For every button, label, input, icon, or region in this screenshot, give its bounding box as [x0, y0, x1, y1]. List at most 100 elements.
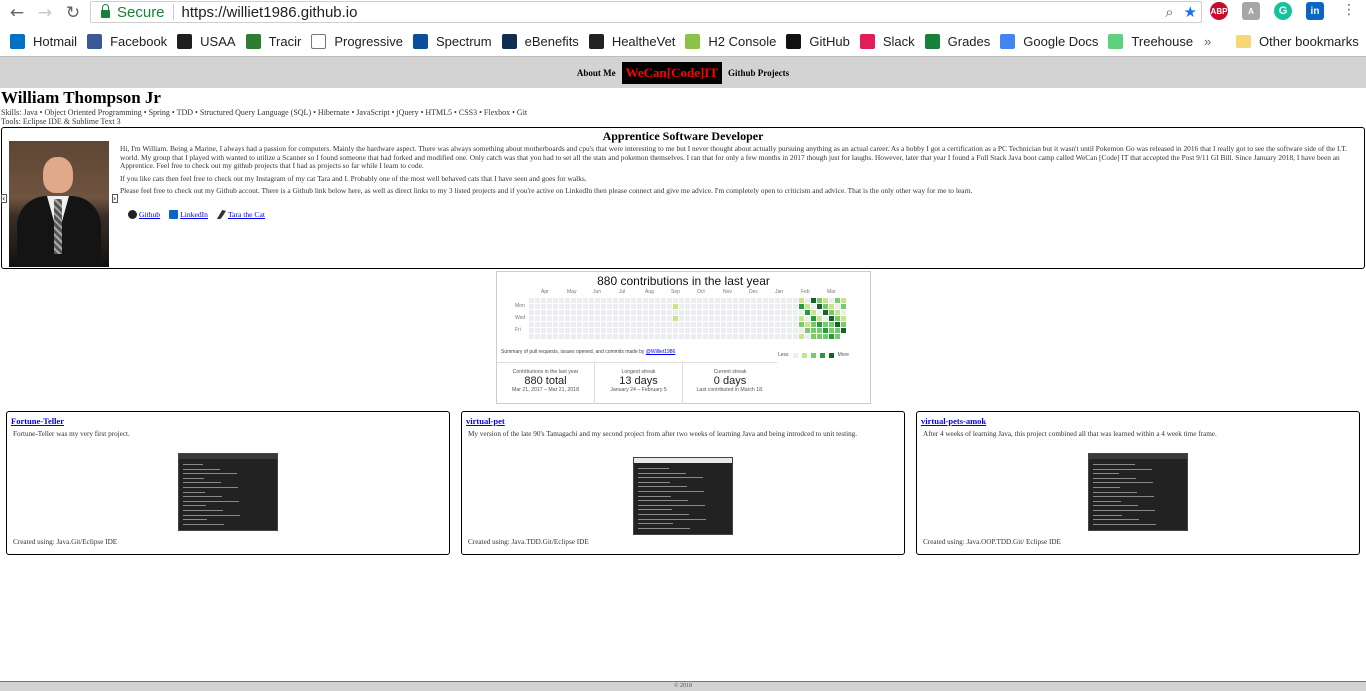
contribution-cell[interactable]: [697, 328, 702, 333]
contribution-cell[interactable]: [751, 322, 756, 327]
contribution-cell[interactable]: [829, 328, 834, 333]
contribution-cell[interactable]: [541, 334, 546, 339]
contribution-cell[interactable]: [589, 310, 594, 315]
contribution-cell[interactable]: [547, 328, 552, 333]
contribution-cell[interactable]: [805, 310, 810, 315]
contribution-cell[interactable]: [613, 304, 618, 309]
contribution-cell[interactable]: [805, 316, 810, 321]
contribution-cell[interactable]: [829, 298, 834, 303]
contribution-cell[interactable]: [649, 304, 654, 309]
contribution-cell[interactable]: [745, 310, 750, 315]
contribution-cell[interactable]: [769, 310, 774, 315]
contribution-cell[interactable]: [661, 334, 666, 339]
contribution-cell[interactable]: [571, 334, 576, 339]
contribution-cell[interactable]: [769, 304, 774, 309]
contribution-cell[interactable]: [727, 310, 732, 315]
contribution-cell[interactable]: [631, 334, 636, 339]
contribution-cell[interactable]: [553, 328, 558, 333]
contribution-cell[interactable]: [799, 310, 804, 315]
contribution-cell[interactable]: [757, 334, 762, 339]
contribution-cell[interactable]: [715, 298, 720, 303]
contribution-cell[interactable]: [703, 298, 708, 303]
contribution-cell[interactable]: [613, 328, 618, 333]
contribution-cell[interactable]: [739, 316, 744, 321]
linkedin-extension-icon[interactable]: in: [1306, 2, 1324, 20]
project-title-link[interactable]: virtual-pet: [466, 416, 505, 426]
contribution-cell[interactable]: [559, 328, 564, 333]
contribution-cell[interactable]: [619, 322, 624, 327]
contribution-cell[interactable]: [715, 316, 720, 321]
contribution-cell[interactable]: [733, 328, 738, 333]
contribution-cell[interactable]: [727, 304, 732, 309]
contribution-cell[interactable]: [655, 322, 660, 327]
contribution-cell[interactable]: [841, 304, 846, 309]
contribution-cell[interactable]: [697, 304, 702, 309]
bookmark-ebenefits[interactable]: eBenefits: [501, 28, 579, 54]
contribution-cell[interactable]: [709, 304, 714, 309]
contribution-cell[interactable]: [709, 310, 714, 315]
project-title-link[interactable]: Fortune-Teller: [11, 416, 64, 426]
contribution-cell[interactable]: [643, 322, 648, 327]
contribution-cell[interactable]: [799, 328, 804, 333]
contribution-cell[interactable]: [751, 328, 756, 333]
contribution-cell[interactable]: [691, 328, 696, 333]
bookmark-github[interactable]: GitHub: [786, 28, 850, 54]
contribution-cell[interactable]: [547, 316, 552, 321]
contribution-cell[interactable]: [763, 304, 768, 309]
contribution-cell[interactable]: [817, 328, 822, 333]
contribution-cell[interactable]: [835, 328, 840, 333]
contribution-cell[interactable]: [727, 298, 732, 303]
cat-instagram-link[interactable]: Tara the Cat: [216, 210, 265, 219]
contribution-cell[interactable]: [721, 322, 726, 327]
contribution-cell[interactable]: [553, 304, 558, 309]
contribution-cell[interactable]: [577, 298, 582, 303]
contribution-cell[interactable]: [583, 304, 588, 309]
contribution-cell[interactable]: [595, 310, 600, 315]
contribution-cell[interactable]: [637, 304, 642, 309]
contribution-cell[interactable]: [697, 316, 702, 321]
contribution-cell[interactable]: [799, 322, 804, 327]
contribution-cell[interactable]: [793, 316, 798, 321]
contribution-cell[interactable]: [757, 298, 762, 303]
contribution-cell[interactable]: [709, 334, 714, 339]
contribution-cell[interactable]: [673, 334, 678, 339]
bookmark-progressive[interactable]: Progressive: [311, 28, 403, 54]
contribution-cell[interactable]: [721, 316, 726, 321]
bookmark-spectrum[interactable]: Spectrum: [412, 28, 492, 54]
contribution-cell[interactable]: [643, 298, 648, 303]
zoom-icon[interactable]: ⌕: [1165, 3, 1173, 21]
reload-icon[interactable]: ↻: [60, 0, 86, 26]
contribution-cell[interactable]: [835, 304, 840, 309]
contribution-cell[interactable]: [745, 328, 750, 333]
bookmark-google-docs[interactable]: Google Docs: [1000, 28, 1098, 54]
contribution-cell[interactable]: [835, 298, 840, 303]
contribution-cell[interactable]: [631, 310, 636, 315]
contribution-cell[interactable]: [673, 328, 678, 333]
contribution-cell[interactable]: [823, 304, 828, 309]
contribution-cell[interactable]: [595, 316, 600, 321]
contribution-cell[interactable]: [697, 334, 702, 339]
contribution-cell[interactable]: [739, 322, 744, 327]
contribution-cell[interactable]: [535, 334, 540, 339]
carousel-prev-icon[interactable]: ‹: [1, 194, 7, 203]
contribution-cell[interactable]: [823, 328, 828, 333]
contribution-cell[interactable]: [733, 316, 738, 321]
contribution-cell[interactable]: [595, 322, 600, 327]
contribution-cell[interactable]: [805, 322, 810, 327]
contribution-cell[interactable]: [619, 316, 624, 321]
contribution-cell[interactable]: [643, 334, 648, 339]
contribution-cell[interactable]: [589, 298, 594, 303]
bookmark-hotmail[interactable]: Hotmail: [10, 28, 77, 54]
contribution-cell[interactable]: [823, 334, 828, 339]
contribution-cell[interactable]: [553, 298, 558, 303]
contribution-cell[interactable]: [775, 334, 780, 339]
contribution-cell[interactable]: [763, 328, 768, 333]
contribution-cell[interactable]: [703, 328, 708, 333]
contribution-cell[interactable]: [667, 322, 672, 327]
contribution-cell[interactable]: [535, 316, 540, 321]
other-bookmarks-button[interactable]: Other bookmarks: [1236, 28, 1359, 54]
contribution-cell[interactable]: [781, 298, 786, 303]
contribution-cell[interactable]: [541, 310, 546, 315]
contribution-cell[interactable]: [799, 298, 804, 303]
contribution-cell[interactable]: [745, 304, 750, 309]
